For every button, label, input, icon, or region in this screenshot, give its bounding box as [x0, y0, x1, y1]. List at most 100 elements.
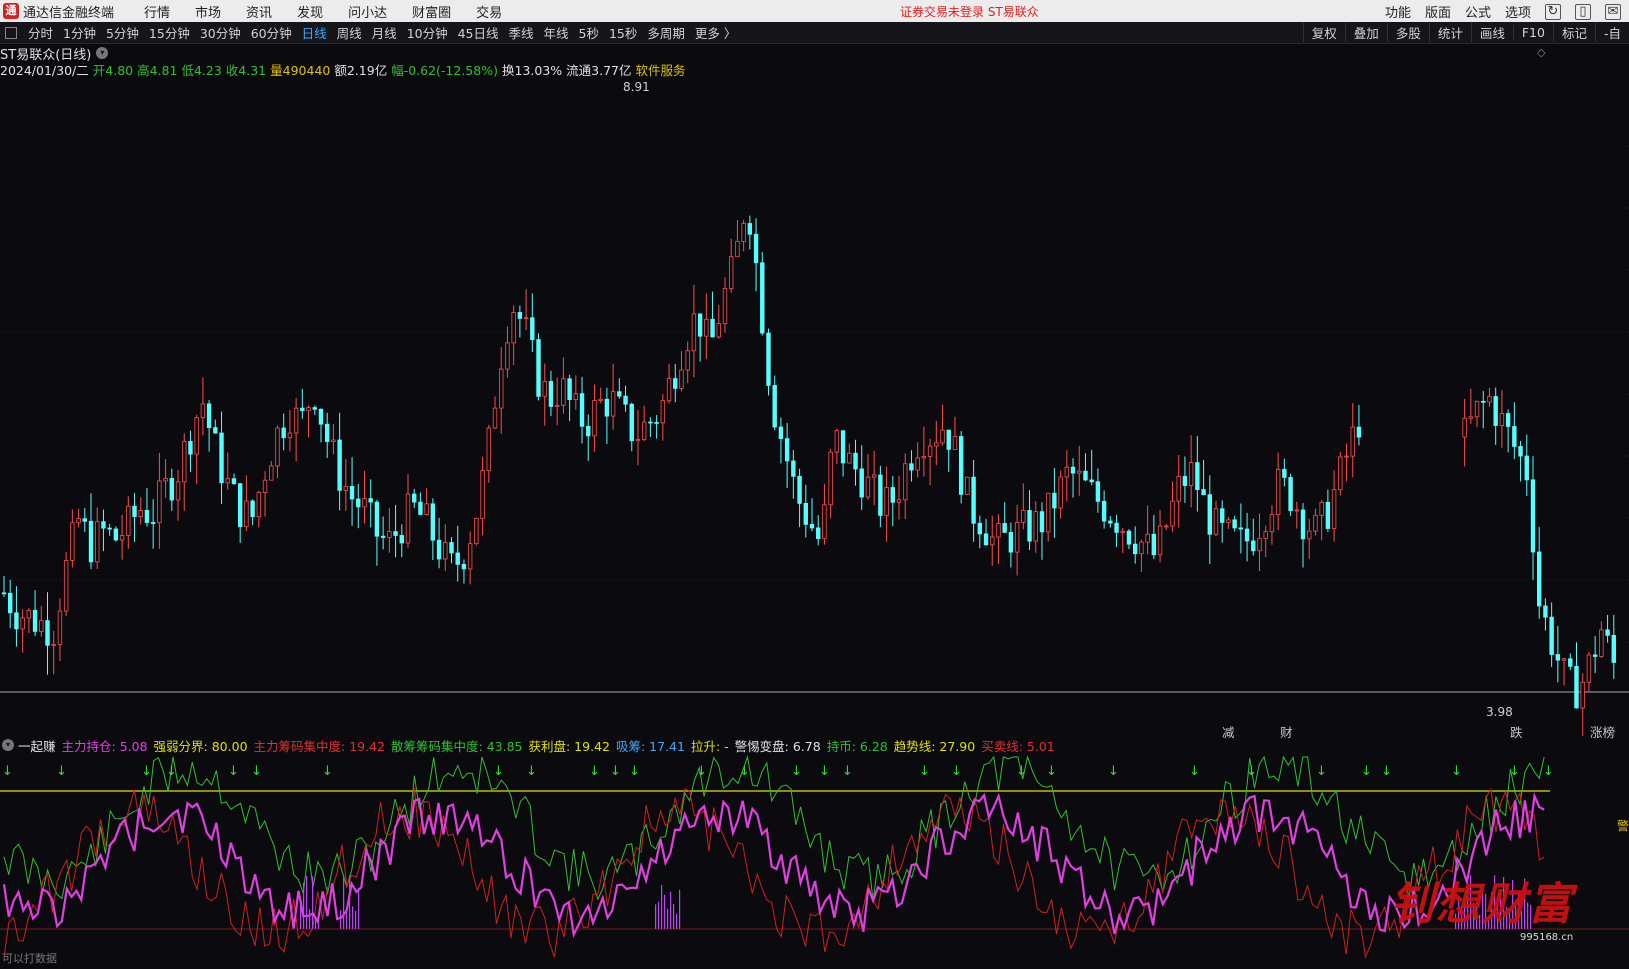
indicator-chart[interactable]: ↓ ↓ ↓ ↓ ↓ ↓ ↓ ↓ ↓ ↓ ↓ ↓ ↓ ↓ ↓ ↓ ↓ ↓ ↓ ↓ ↓ ↓ ↓ ↓ ↓ ↓ ↓ ↓ ↓ ↓ [0, 753, 1629, 969]
chevron-down-icon[interactable]: ▾ [96, 47, 109, 59]
period-10min[interactable]: 10分钟 [402, 23, 453, 42]
candle-body [592, 400, 597, 437]
buy-arrow-icon: ↓ [919, 764, 930, 779]
menu-caifuquan[interactable]: 财富圈 [408, 2, 455, 21]
menu-zixun[interactable]: 资讯 [242, 2, 276, 21]
candle-body [809, 524, 815, 529]
candle-body [1275, 468, 1281, 516]
candlestick-chart[interactable]: 8.91 3.98 ◇ [0, 44, 1629, 736]
btn-biaoji[interactable]: 标记 [1552, 23, 1595, 42]
candle-body [840, 430, 846, 464]
btn-huaxian[interactable]: 画线 [1470, 23, 1513, 42]
candle-body [1543, 605, 1548, 618]
menu-shichang[interactable]: 市场 [191, 2, 225, 21]
period-weekly[interactable]: 周线 [332, 23, 367, 42]
indicator-item: 主力筹码集中度: 19.42 [253, 738, 386, 754]
candle-body [561, 378, 566, 406]
period-quarter[interactable]: 季线 [504, 23, 539, 42]
volume-bar [352, 906, 354, 929]
period-1min[interactable]: 1分钟 [58, 23, 101, 42]
menu-banmian[interactable]: 版面 [1425, 2, 1451, 21]
candle-body [1592, 654, 1598, 657]
candle-body [579, 393, 585, 427]
candle-body [387, 531, 392, 538]
candle-body [1008, 532, 1014, 553]
chevron-down-icon[interactable]: ▾ [2, 739, 14, 751]
candle-body [1089, 479, 1094, 483]
candle-body [617, 391, 622, 397]
candle-body [1605, 629, 1610, 636]
candle-body [150, 522, 156, 524]
menu-jiaoyi[interactable]: 交易 [472, 2, 506, 21]
menu-gongneng[interactable]: 功能 [1385, 2, 1411, 21]
candle-body [1313, 514, 1318, 532]
candle-body [324, 423, 330, 442]
login-status[interactable]: 证券交易未登录 ST易联众 [900, 3, 1039, 20]
refresh-icon[interactable]: ↻ [1545, 3, 1561, 20]
volume-bar [312, 876, 314, 929]
candle-body [784, 438, 790, 462]
buy-arrow-icon: ↓ [589, 764, 600, 779]
candle-body [1021, 510, 1026, 523]
candle-body [760, 262, 765, 334]
btn-f10[interactable]: F10 [1512, 25, 1553, 40]
volume-bar [318, 918, 320, 929]
period-30min[interactable]: 30分钟 [195, 23, 246, 42]
candle-body [1493, 396, 1498, 426]
indicator-name[interactable]: 一起赚 [18, 736, 56, 755]
buy-arrow-icon: ↓ [1246, 764, 1257, 779]
mail-icon[interactable]: ✉ [1605, 3, 1621, 20]
period-15min[interactable]: 15分钟 [144, 23, 195, 42]
period-multi[interactable]: 多周期 [642, 23, 690, 42]
period-fenshi[interactable]: 分时 [23, 23, 58, 42]
candle-body [380, 535, 386, 538]
candle-body [797, 475, 802, 504]
volume-bar [300, 901, 302, 929]
period-monthly[interactable]: 月线 [367, 23, 402, 42]
btn-tongji[interactable]: 统计 [1428, 23, 1471, 42]
candle-body [1232, 519, 1237, 529]
period-year[interactable]: 年线 [539, 23, 574, 42]
candle-body [666, 378, 672, 402]
period-5min[interactable]: 5分钟 [101, 23, 144, 42]
btn-zi[interactable]: -自 [1594, 23, 1629, 42]
candle-body [449, 542, 454, 554]
candle-body [983, 533, 989, 546]
candle-body [1518, 446, 1523, 457]
panel-toggle-icon[interactable] [5, 26, 17, 39]
period-more[interactable]: 更多 〉 [690, 23, 741, 42]
phone-icon[interactable]: ▯ [1575, 3, 1591, 20]
candle-body [741, 223, 746, 242]
candle-body [393, 531, 398, 536]
candle-body [76, 518, 81, 524]
period-5s[interactable]: 5秒 [574, 23, 604, 42]
buy-arrow-icon: ↓ [1451, 764, 1462, 779]
menu-wenxiaoda[interactable]: 问小达 [344, 2, 391, 21]
btn-diejia[interactable]: 叠加 [1344, 23, 1387, 42]
period-15s[interactable]: 15秒 [604, 23, 642, 42]
buy-arrow-icon: ↓ [629, 764, 640, 779]
candle-body [554, 404, 560, 407]
btn-fuquan[interactable]: 复权 [1302, 23, 1345, 42]
candle-body [492, 407, 498, 429]
candle-body [816, 527, 821, 539]
menu-xuanxiang[interactable]: 选项 [1505, 2, 1531, 21]
period-60min[interactable]: 60分钟 [246, 23, 297, 42]
menu-hangqing[interactable]: 行情 [140, 2, 174, 21]
candle-body [567, 378, 572, 401]
period-45day[interactable]: 45日线 [453, 23, 504, 42]
app-title: 通达信金融终端 [23, 5, 115, 21]
period-daily[interactable]: 日线 [297, 23, 332, 42]
btn-duogu[interactable]: 多股 [1386, 23, 1429, 42]
candle-body [517, 312, 523, 319]
buy-arrow-icon: ↓ [951, 764, 962, 779]
signal-label: 跌 [1510, 725, 1523, 740]
candle-body [119, 535, 125, 541]
menu-gongshi[interactable]: 公式 [1465, 2, 1491, 21]
candle-body [542, 381, 547, 397]
candle-body [623, 395, 628, 405]
menu-faxian[interactable]: 发现 [293, 2, 327, 21]
quote-sector[interactable]: 软件服务 [636, 60, 686, 79]
candle-body [847, 452, 852, 464]
main-chip-line [3, 787, 1545, 959]
